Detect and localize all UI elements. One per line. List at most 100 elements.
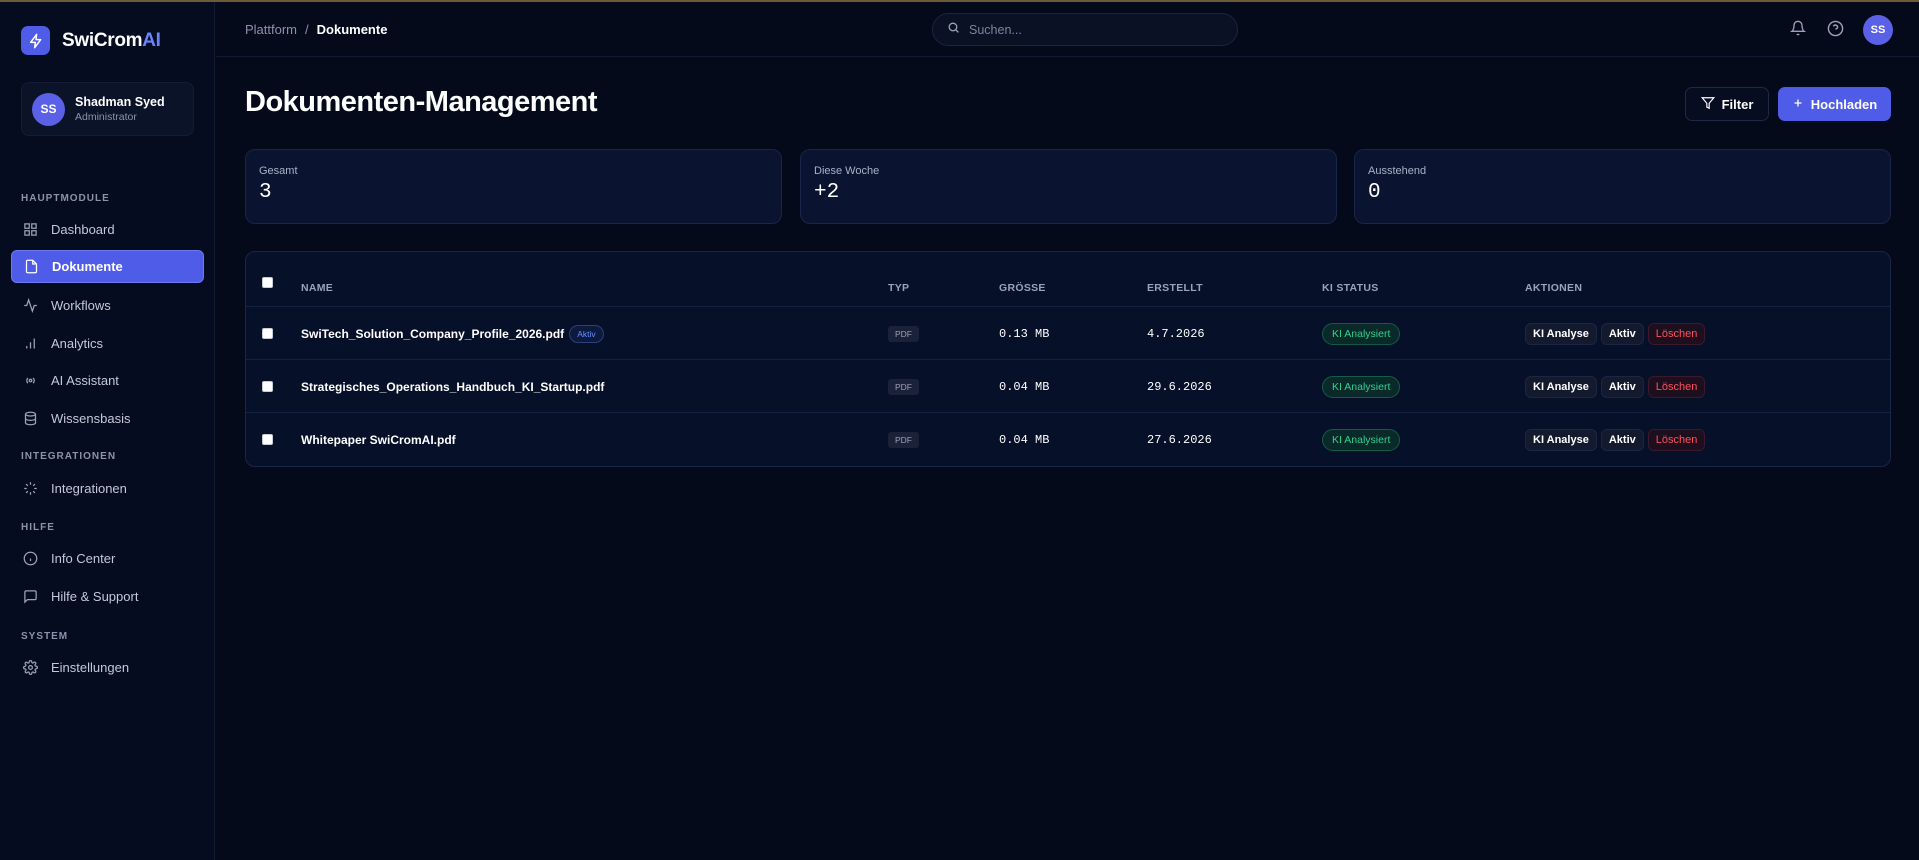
file-size: 0.04 MB	[999, 379, 1050, 394]
aktiv-button[interactable]: Aktiv	[1600, 322, 1644, 345]
sidebar-item-label: Einstellungen	[51, 660, 130, 675]
delete-button[interactable]: Löschen	[1647, 322, 1706, 345]
sidebar-item-label: Wissensbasis	[51, 411, 131, 426]
type-cell: PDF	[888, 307, 919, 360]
file-type-badge: PDF	[888, 325, 919, 342]
sidebar: SwiCromAI SS Shadman Syed Administrator …	[0, 2, 215, 860]
select-all-cell	[262, 275, 273, 289]
upload-button[interactable]: Hochladen	[1778, 87, 1891, 121]
grid-icon	[22, 221, 39, 238]
sidebar-item-dashboard[interactable]: Dashboard	[11, 213, 204, 246]
sidebar-item-analytics[interactable]: Analytics	[11, 327, 204, 360]
status-badge: Aktiv	[569, 324, 604, 343]
info-icon	[22, 550, 39, 567]
file-size: 0.04 MB	[999, 432, 1050, 447]
filter-icon	[1700, 96, 1715, 113]
created-cell: 29.6.2026	[1147, 360, 1212, 413]
brand-name-main: SwiCrom	[62, 29, 143, 51]
delete-button[interactable]: Löschen	[1647, 428, 1706, 451]
column-header-ki-status[interactable]: KI STATUS	[1322, 282, 1379, 294]
sidebar-item-ai-assistant[interactable]: AI Assistant	[11, 364, 204, 397]
sidebar-item-label: Dashboard	[51, 222, 115, 237]
section-hauptmodule: HAUPTMODULE	[21, 193, 110, 204]
avatar: SS	[32, 92, 65, 126]
ki-status-cell: KI Analysiert	[1322, 360, 1401, 413]
sidebar-item-label: Workflows	[51, 298, 111, 313]
actions-cell: KI Analyse Aktiv Löschen	[1525, 413, 1709, 466]
documents-table: NAME TYP GRÖSSE ERSTELLT KI STATUS AKTIO…	[245, 251, 1891, 467]
ki-status-cell: KI Analysiert	[1322, 307, 1401, 360]
stat-value: 3	[259, 181, 272, 204]
table-row[interactable]: SwiTech_Solution_Company_Profile_2026.pd…	[246, 307, 1890, 360]
row-checkbox[interactable]	[262, 434, 273, 445]
file-type-badge: PDF	[888, 431, 919, 448]
actions-cell: KI Analyse Aktiv Löschen	[1525, 360, 1709, 413]
ki-analyse-button[interactable]: KI Analyse	[1525, 375, 1597, 398]
stat-card-ausstehend: Ausstehend 0	[1354, 149, 1891, 224]
file-name[interactable]: Strategisches_Operations_Handbuch_KI_Sta…	[301, 380, 604, 394]
column-header-erstellt[interactable]: ERSTELLT	[1147, 282, 1203, 294]
table-row[interactable]: Whitepaper SwiCromAI.pdf PDF 0.04 MB 27.…	[246, 413, 1890, 466]
filter-button[interactable]: Filter	[1685, 87, 1769, 121]
file-name[interactable]: SwiTech_Solution_Company_Profile_2026.pd…	[301, 327, 564, 341]
section-system: SYSTEM	[21, 631, 69, 642]
sidebar-item-label: AI Assistant	[51, 373, 119, 388]
upload-button-label: Hochladen	[1810, 96, 1878, 112]
database-icon	[22, 410, 39, 427]
aktiv-button[interactable]: Aktiv	[1600, 375, 1644, 398]
ki-analyse-button[interactable]: KI Analyse	[1525, 428, 1597, 451]
sidebar-item-einstellungen[interactable]: Einstellungen	[11, 651, 204, 684]
name-cell: SwiTech_Solution_Company_Profile_2026.pd…	[301, 307, 604, 360]
stat-card-gesamt: Gesamt 3	[245, 149, 782, 224]
search-input[interactable]	[969, 22, 1219, 37]
stat-label: Diese Woche	[814, 165, 880, 177]
table-row[interactable]: Strategisches_Operations_Handbuch_KI_Sta…	[246, 360, 1890, 413]
created-date: 4.7.2026	[1147, 326, 1205, 341]
sidebar-item-label: Info Center	[51, 551, 116, 566]
bell-icon[interactable]	[1788, 18, 1808, 38]
row-checkbox[interactable]	[262, 381, 273, 392]
breadcrumb: Plattform / Dokumente	[245, 22, 387, 37]
lightning-logo-icon	[21, 26, 50, 55]
sidebar-item-label: Dokumente	[52, 259, 123, 274]
sidebar-item-workflows[interactable]: Workflows	[11, 289, 204, 322]
size-cell: 0.04 MB	[999, 413, 1049, 466]
breadcrumb-root[interactable]: Plattform	[245, 22, 297, 37]
page-title: Dokumenten-Management	[245, 86, 598, 118]
file-name[interactable]: Whitepaper SwiCromAI.pdf	[301, 433, 456, 447]
sidebar-item-info-center[interactable]: Info Center	[11, 542, 204, 575]
sidebar-item-label: Analytics	[51, 336, 104, 351]
sidebar-item-integrationen[interactable]: Integrationen	[11, 472, 204, 505]
type-cell: PDF	[888, 413, 919, 466]
type-cell: PDF	[888, 360, 919, 413]
column-header-groesse[interactable]: GRÖSSE	[999, 282, 1046, 294]
header-avatar[interactable]: SS	[1863, 15, 1893, 45]
ki-status-badge: KI Analysiert	[1322, 322, 1401, 345]
help-icon[interactable]	[1825, 18, 1845, 38]
brand-name: SwiCromAI	[62, 30, 161, 52]
sidebar-item-hilfe-support[interactable]: Hilfe & Support	[11, 580, 204, 613]
brand[interactable]: SwiCromAI	[21, 26, 161, 55]
breadcrumb-current: Dokumente	[316, 22, 388, 37]
column-header-typ[interactable]: TYP	[888, 282, 909, 294]
file-type-badge: PDF	[888, 378, 919, 395]
row-select-cell	[262, 413, 273, 466]
column-header-aktionen[interactable]: AKTIONEN	[1525, 282, 1582, 294]
user-card[interactable]: SS Shadman Syed Administrator	[21, 82, 194, 136]
row-select-cell	[262, 307, 273, 360]
search-box[interactable]	[932, 13, 1238, 46]
ki-analyse-button[interactable]: KI Analyse	[1525, 322, 1597, 345]
stat-card-diese-woche: Diese Woche +2	[800, 149, 1337, 224]
search-icon	[947, 21, 960, 39]
user-name: Shadman Syed	[75, 95, 165, 109]
column-header-name[interactable]: NAME	[301, 282, 333, 294]
radio-icon	[22, 372, 39, 389]
created-cell: 4.7.2026	[1147, 307, 1205, 360]
delete-button[interactable]: Löschen	[1647, 375, 1706, 398]
sidebar-item-wissensbasis[interactable]: Wissensbasis	[11, 402, 204, 435]
select-all-checkbox[interactable]	[262, 276, 273, 288]
sidebar-item-dokumente[interactable]: Dokumente	[11, 250, 204, 283]
aktiv-button[interactable]: Aktiv	[1600, 428, 1644, 451]
actions-cell: KI Analyse Aktiv Löschen	[1525, 307, 1709, 360]
row-checkbox[interactable]	[262, 328, 273, 339]
